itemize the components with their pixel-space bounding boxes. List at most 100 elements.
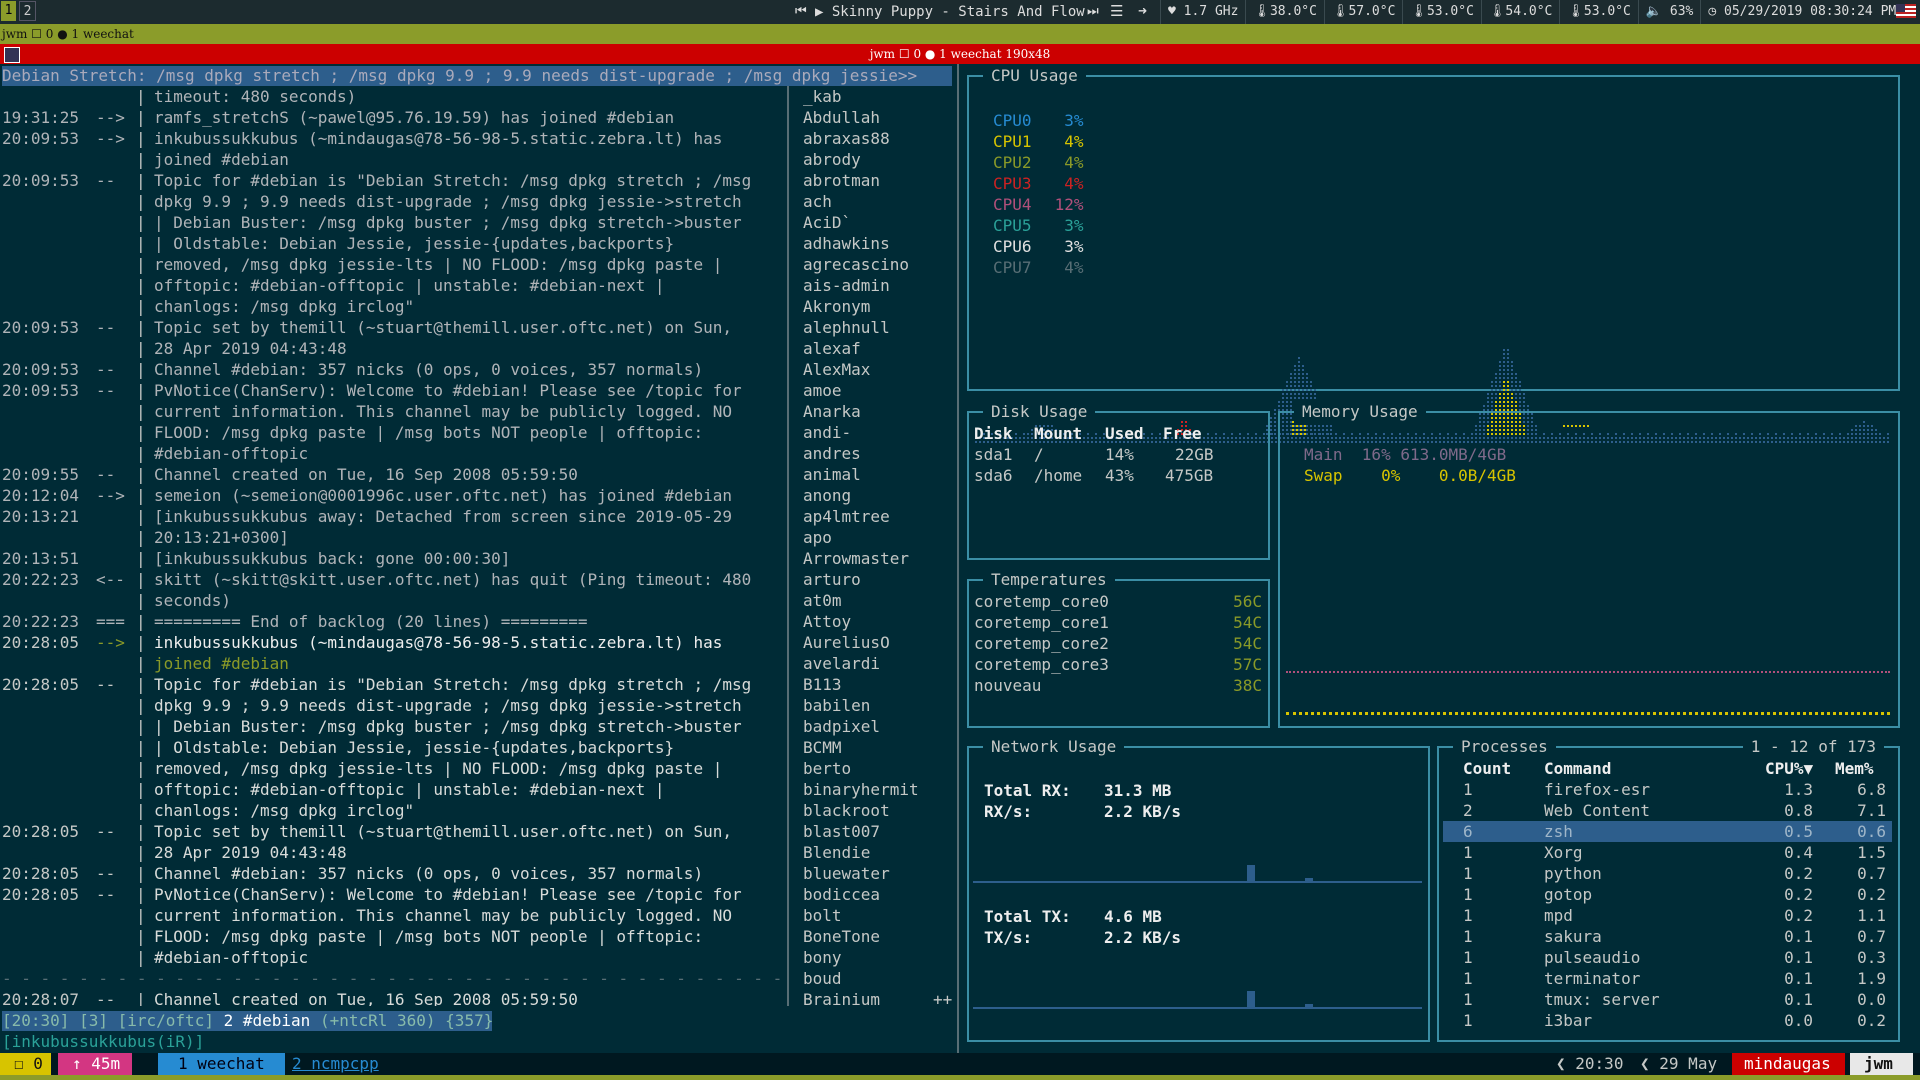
cpu-graph-dot — [1302, 393, 1304, 395]
nick-item[interactable]: abrody — [803, 149, 953, 170]
cpu-graph-dot — [1503, 397, 1505, 399]
keyboard-layout-flag-icon[interactable] — [1896, 4, 1916, 18]
window-menu-icon[interactable] — [4, 47, 20, 63]
cpu-graph-dot — [1511, 385, 1513, 387]
cpu-core-name: CPU4 — [993, 195, 1032, 214]
window-titlebar[interactable]: jwm ☐ 0 ● 1 weechat 190x48 — [0, 44, 1920, 64]
workspace-2-button[interactable]: 2 — [19, 1, 36, 21]
chat-line: | 28 Apr 2019 04:43:48 — [2, 842, 788, 863]
nick-item[interactable]: abrotman — [803, 170, 953, 191]
nick-item[interactable]: blast007 — [803, 821, 953, 842]
tmux-window-weechat[interactable]: 1 weechat — [158, 1053, 285, 1075]
nick-item[interactable]: _kab — [803, 86, 953, 107]
tx-total-value: 4.6 MB — [1104, 907, 1162, 926]
now-playing[interactable]: ▶ Skinny Puppy - Stairs And Flow — [815, 0, 1085, 24]
cpu-graph-dot — [1523, 405, 1525, 407]
process-row[interactable]: 1 tmux: server 0.1 0.0 — [1443, 989, 1892, 1010]
nick-item[interactable]: boud — [803, 968, 953, 989]
nick-item[interactable]: avelardi — [803, 653, 953, 674]
volume[interactable]: 🔈 63% — [1637, 0, 1701, 24]
disk-row-name: sda1 — [974, 445, 1013, 464]
nick-item[interactable]: andi- — [803, 422, 953, 443]
cpu-graph-dot — [1298, 397, 1300, 399]
chat-timestamp: 20:22:23 — [2, 570, 80, 589]
pane-divider[interactable] — [957, 64, 959, 1054]
proc-header-mem[interactable]: Mem% — [1835, 758, 1874, 779]
nick-item[interactable]: Brainium — [803, 989, 953, 1006]
nick-item[interactable]: BCMM — [803, 737, 953, 758]
cpu-core-row: CPU3 4% — [993, 173, 1084, 194]
nick-item[interactable]: binaryhermit — [803, 779, 953, 800]
nick-item[interactable]: Abdullah — [803, 107, 953, 128]
nick-item[interactable]: animal — [803, 464, 953, 485]
nick-item[interactable]: apo — [803, 527, 953, 548]
process-row[interactable]: 1 gotop 0.2 0.2 — [1443, 884, 1892, 905]
process-row[interactable]: 2 Web Content 0.8 7.1 — [1443, 800, 1892, 821]
process-row[interactable]: 1 firefox-esr 1.3 6.8 — [1443, 779, 1892, 800]
nick-item[interactable]: arturo — [803, 569, 953, 590]
nick-item[interactable]: alexaf — [803, 338, 953, 359]
chat-separator: | — [136, 612, 146, 631]
temperature-row: coretemp_core1 54C — [974, 612, 1262, 633]
nick-item[interactable]: babilen — [803, 695, 953, 716]
nick-item[interactable]: alephnull — [803, 317, 953, 338]
process-mem: 0.0 — [1857, 990, 1886, 1009]
process-cpu: 0.1 — [1784, 948, 1813, 967]
nick-item[interactable]: abraxas88 — [803, 128, 953, 149]
chat-buffer[interactable]: | timeout: 480 seconds) 19:31:25 --> | ramfs_… — [2, 86, 788, 1006]
process-count: 1 — [1463, 948, 1473, 967]
nick-item[interactable]: AlexMax — [803, 359, 953, 380]
nick-item[interactable]: ap4lmtree — [803, 506, 953, 527]
nick-item[interactable]: badpixel — [803, 716, 953, 737]
weechat-input-line[interactable]: [inkubussukkubus(iR)] — [2, 1031, 204, 1053]
nick-item[interactable]: BoneTone — [803, 926, 953, 947]
proc-header-count[interactable]: Count — [1463, 758, 1511, 779]
tmux-window-ncmpcpp[interactable]: 2 ncmpcpp — [282, 1053, 389, 1075]
nick-item[interactable]: anong — [803, 485, 953, 506]
nick-item[interactable]: andres — [803, 443, 953, 464]
nick-item[interactable]: Attoy — [803, 611, 953, 632]
nick-item[interactable]: Arrowmaster — [803, 548, 953, 569]
nick-item[interactable]: B113 — [803, 674, 953, 695]
process-row[interactable]: 1 i3bar 0.0 0.2 — [1443, 1010, 1892, 1031]
process-row[interactable]: 6 zsh 0.5 0.6 — [1443, 821, 1892, 842]
cpu-graph-dot — [1503, 349, 1505, 351]
prev-track-icon[interactable]: ⏮ — [795, 4, 807, 19]
nick-item[interactable]: bolt — [803, 905, 953, 926]
nick-item[interactable]: agrecascino — [803, 254, 953, 275]
process-row[interactable]: 1 terminator 0.1 1.9 — [1443, 968, 1892, 989]
nick-item[interactable]: ais-admin — [803, 275, 953, 296]
process-row[interactable]: 1 Xorg 0.4 1.5 — [1443, 842, 1892, 863]
nick-item[interactable]: bluewater — [803, 863, 953, 884]
playlist-icon[interactable]: ☰ — [1110, 2, 1123, 20]
nick-item[interactable]: Akronym — [803, 296, 953, 317]
process-row[interactable]: 1 sakura 0.1 0.7 — [1443, 926, 1892, 947]
nick-item[interactable]: at0m — [803, 590, 953, 611]
nick-item[interactable]: bodiccea — [803, 884, 953, 905]
nick-item[interactable]: adhawkins — [803, 233, 953, 254]
proc-header-cpu[interactable]: CPU%▼ — [1765, 758, 1813, 779]
process-row[interactable]: 1 pulseaudio 0.1 0.3 — [1443, 947, 1892, 968]
nick-item[interactable]: bony — [803, 947, 953, 968]
tmux-session[interactable]: ☐ 0 — [0, 1053, 51, 1075]
nick-item[interactable]: amoe — [803, 380, 953, 401]
nicklist[interactable]: _kab Abdullah abraxas88 abrody abrotman ach Ac… — [803, 86, 953, 1006]
proc-header-command[interactable]: Command — [1544, 758, 1611, 779]
nick-item[interactable]: Anarka — [803, 401, 953, 422]
next-track-icon[interactable]: ⏭ — [1087, 4, 1099, 19]
cpu-graph-dot — [1491, 381, 1493, 383]
chat-prefix: --> — [96, 129, 125, 148]
nick-item[interactable]: Blendie — [803, 842, 953, 863]
disk-header-mount: Mount — [1034, 424, 1083, 443]
workspace-1-button[interactable]: 1 — [1, 1, 16, 21]
nick-item[interactable]: AciD` — [803, 212, 953, 233]
nick-item[interactable]: berto — [803, 758, 953, 779]
cpu-graph-dot — [1499, 373, 1501, 375]
nick-item[interactable]: ach — [803, 191, 953, 212]
process-row[interactable]: 1 python 0.2 0.7 — [1443, 863, 1892, 884]
process-list[interactable]: 1 firefox-esr 1.3 6.8 2 Web Content 0.8 7.1 6 zsh… — [1443, 779, 1892, 1031]
process-row[interactable]: 1 mpd 0.2 1.1 — [1443, 905, 1892, 926]
nick-item[interactable]: AureliusO — [803, 632, 953, 653]
nick-item[interactable]: blackroot — [803, 800, 953, 821]
chat-message: offtopic: #debian-offtopic | unstable: #… — [154, 276, 665, 295]
